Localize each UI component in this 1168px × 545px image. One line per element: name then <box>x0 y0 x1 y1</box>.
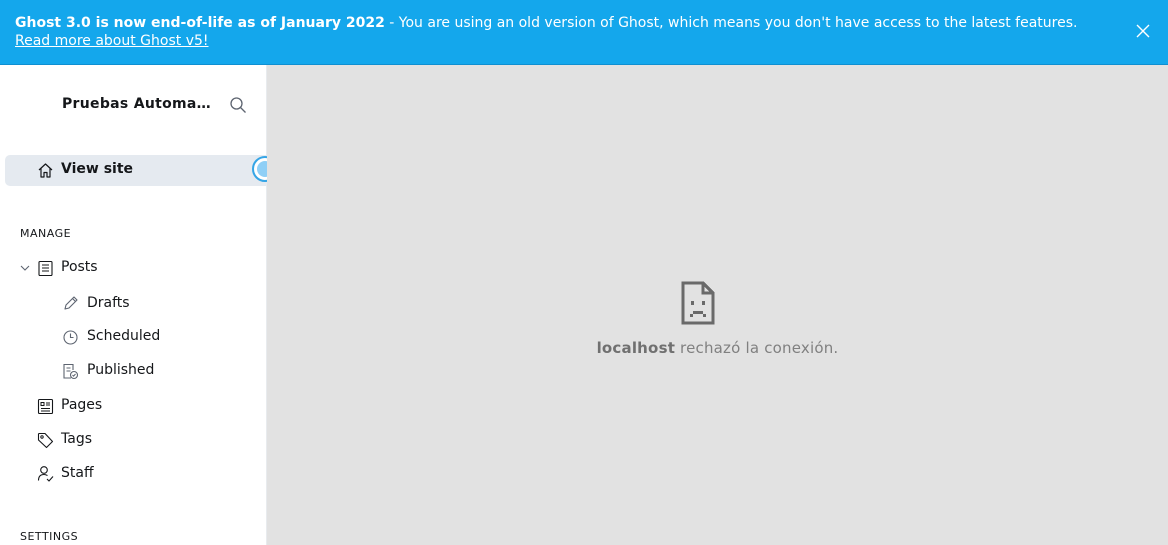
home-icon <box>38 163 53 178</box>
published-icon <box>63 363 79 380</box>
pencil-icon <box>64 296 78 310</box>
nav-tags[interactable]: Tags <box>61 431 92 447</box>
posts-icon <box>38 260 53 277</box>
view-site-label: View site <box>61 161 134 177</box>
close-icon[interactable] <box>1135 23 1151 39</box>
site-title[interactable]: Pruebas Automati... <box>62 96 212 112</box>
banner-message: - You are using an old version of Ghost,… <box>384 15 1078 31</box>
staff-icon <box>37 466 54 482</box>
main-content: localhost rechazó la conexión. <box>267 65 1168 545</box>
tag-icon <box>37 432 54 449</box>
nav-scheduled[interactable]: Scheduled <box>87 328 160 344</box>
connection-error-message: localhost rechazó la conexión. <box>267 339 1168 357</box>
nav-staff[interactable]: Staff <box>61 465 94 481</box>
pages-icon <box>37 398 54 415</box>
view-site-item[interactable]: View site <box>5 155 267 186</box>
nav-drafts[interactable]: Drafts <box>87 295 130 311</box>
search-icon[interactable] <box>229 96 247 114</box>
error-host: localhost <box>596 339 676 357</box>
end-of-life-banner: Ghost 3.0 is now end-of-life as of Janua… <box>0 0 1168 65</box>
settings-heading: SETTINGS <box>20 530 79 543</box>
sidebar: Pruebas Automati... View site MANAGE Pos… <box>0 65 278 545</box>
nav-published[interactable]: Published <box>87 362 154 378</box>
nav-pages[interactable]: Pages <box>61 397 102 413</box>
read-more-link[interactable]: Read more about Ghost v5! <box>15 33 209 49</box>
chevron-down-icon[interactable] <box>19 262 31 274</box>
clock-icon <box>63 330 78 345</box>
manage-heading: MANAGE <box>20 227 72 240</box>
sad-page-icon <box>681 281 715 325</box>
error-detail: rechazó la conexión. <box>675 339 839 357</box>
banner-title: Ghost 3.0 is now end-of-life as of Janua… <box>15 15 385 31</box>
nav-posts[interactable]: Posts <box>61 259 98 275</box>
